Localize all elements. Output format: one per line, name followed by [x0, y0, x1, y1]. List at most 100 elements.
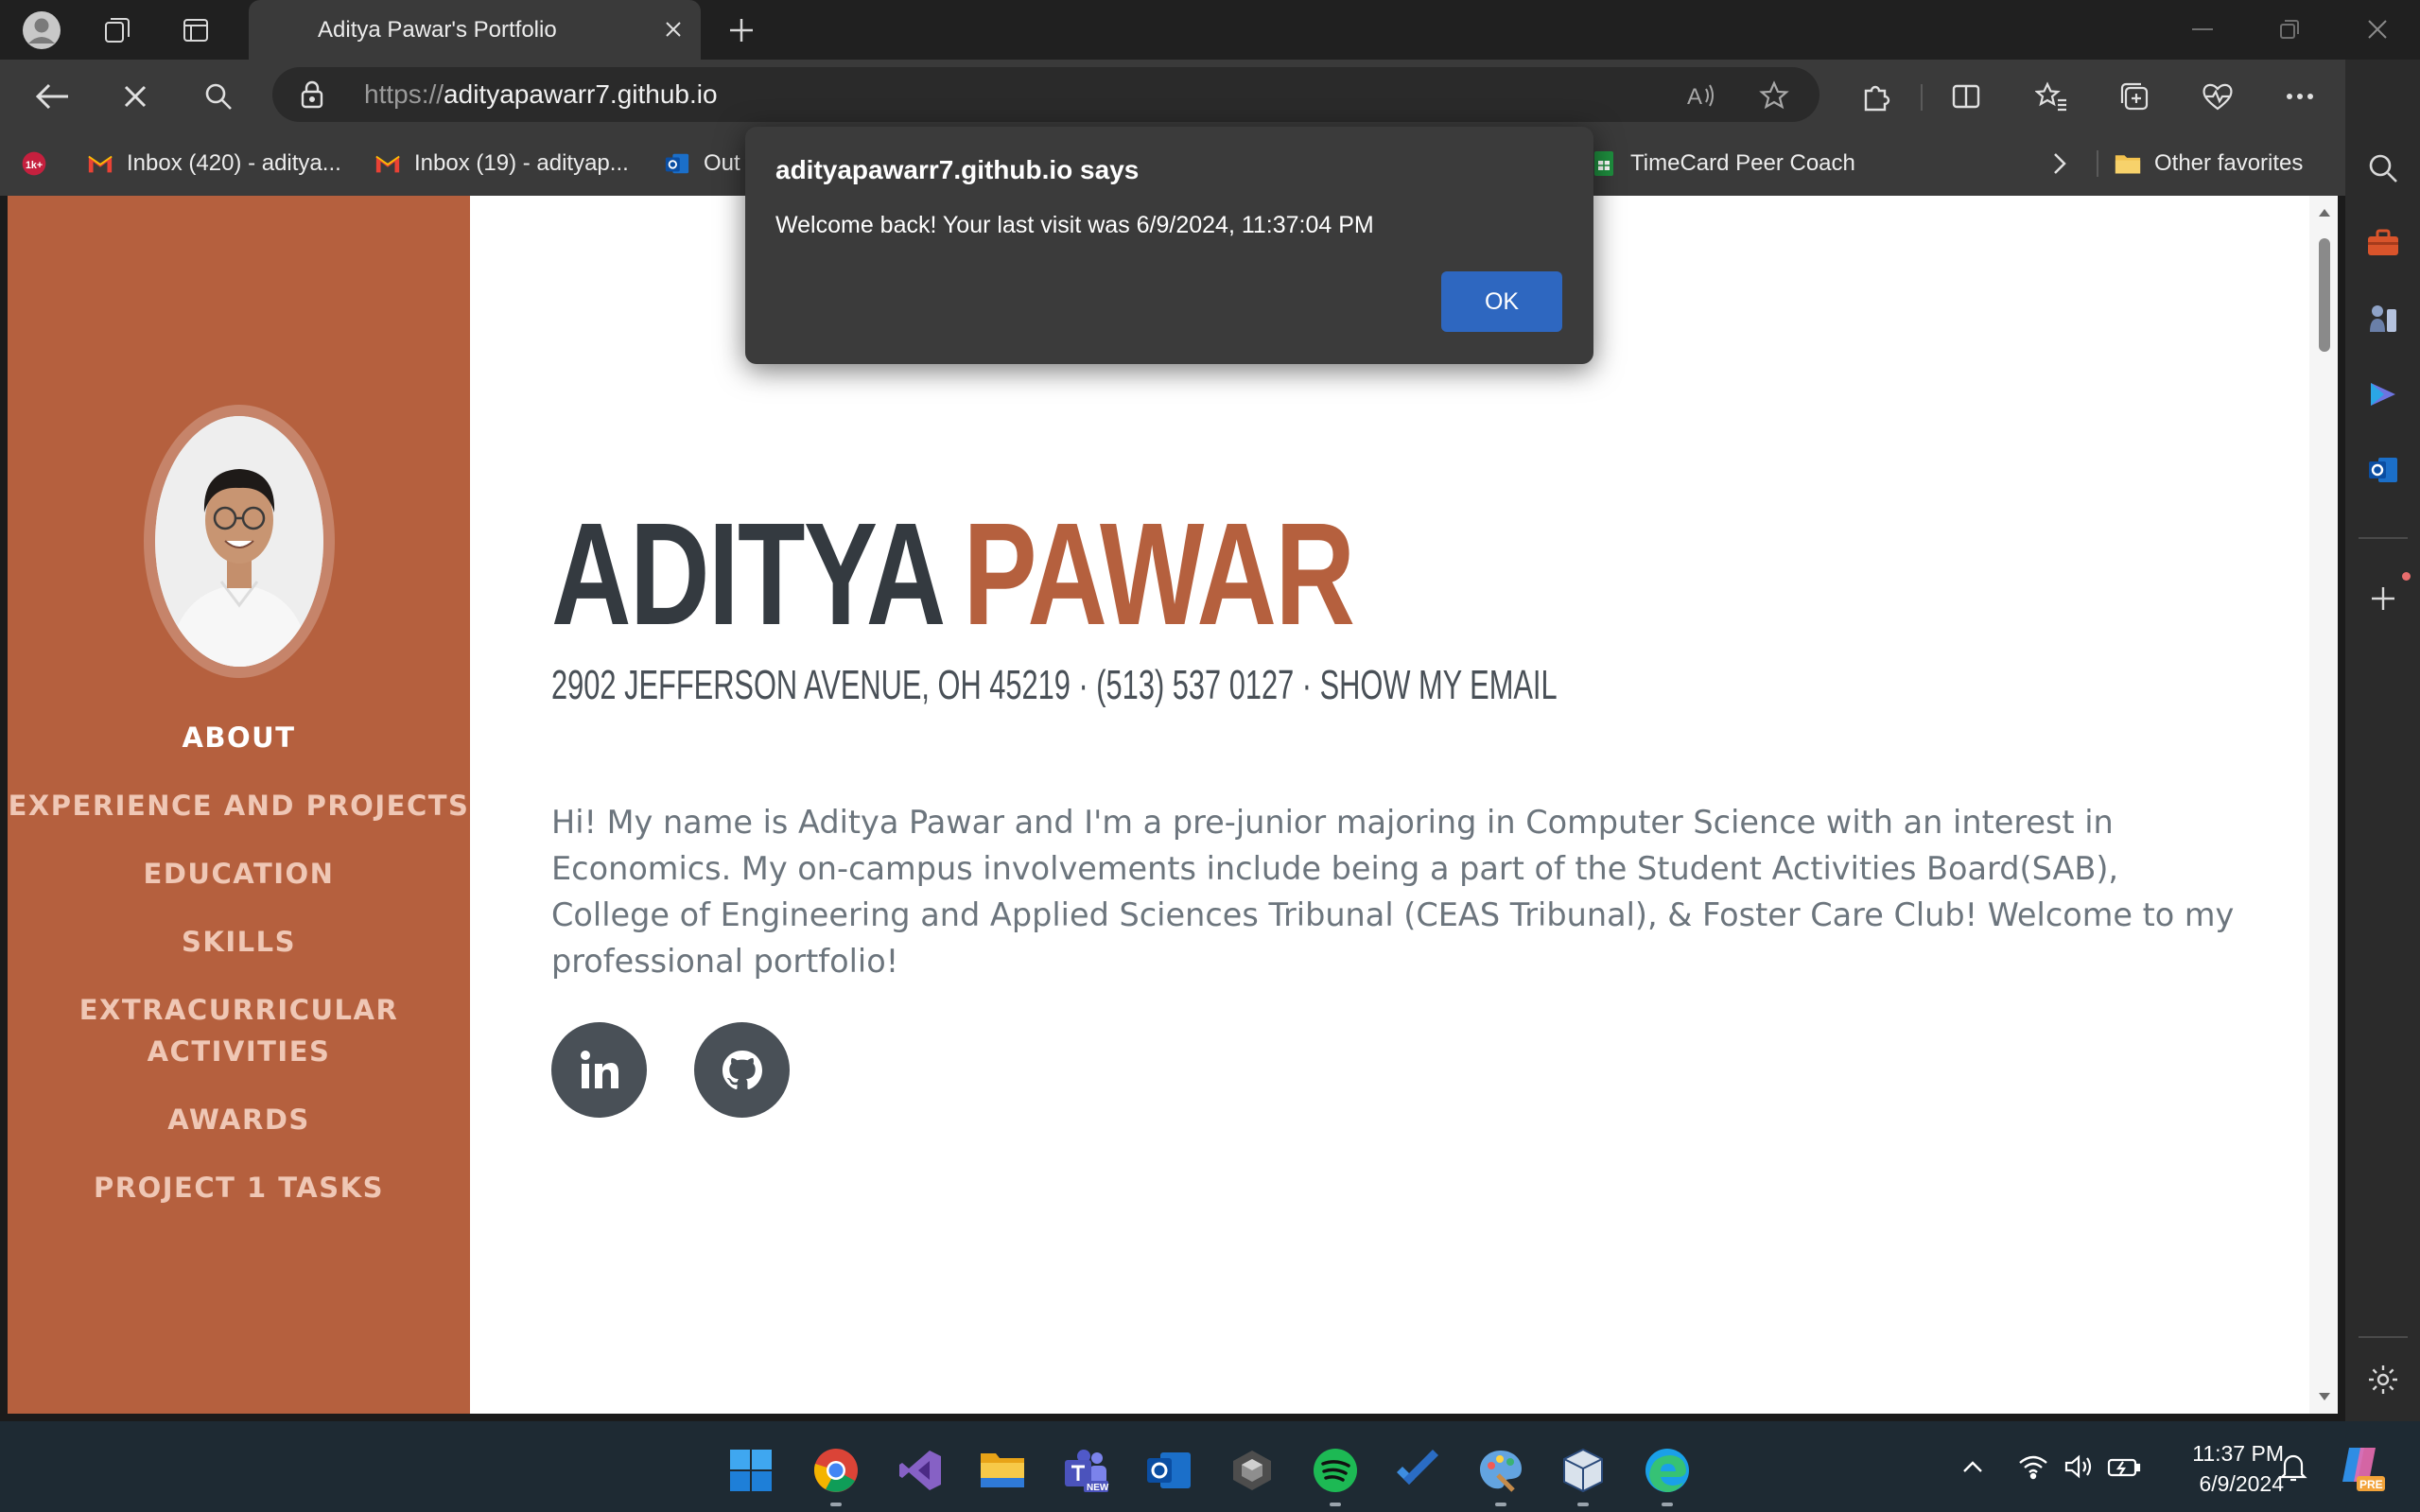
extensions-icon[interactable] — [1852, 73, 1899, 120]
spotify-icon[interactable] — [1309, 1444, 1362, 1497]
running-indicator — [1662, 1503, 1673, 1506]
copilot-pre-badge: PRE — [2359, 1478, 2383, 1491]
stop-loading-button[interactable] — [112, 73, 159, 120]
tab-portfolio[interactable]: Aditya Pawar's Portfolio — [249, 0, 701, 60]
scroll-down-arrow-icon[interactable] — [2317, 1391, 2332, 1402]
notification-dot — [2402, 572, 2411, 581]
bookmark-1k[interactable]: 1k+ — [21, 145, 47, 182]
profile-photo — [155, 416, 323, 667]
copilot-sidebar-icon[interactable] — [2364, 375, 2402, 413]
running-indicator — [1330, 1503, 1341, 1506]
wifi-icon[interactable] — [2014, 1448, 2052, 1486]
profile-icon[interactable] — [21, 9, 62, 51]
sidebar-item-extracurricular-line2[interactable]: ACTIVITIES — [8, 1031, 470, 1072]
ok-button[interactable]: OK — [1441, 271, 1562, 332]
bookmark-outlook[interactable]: Out — [664, 145, 740, 182]
screen: Aditya Pawar's Portfolio https://adityap… — [0, 0, 2420, 1512]
favorite-star-icon[interactable] — [1757, 78, 1791, 113]
collections-icon[interactable] — [2111, 73, 2158, 120]
scroll-up-arrow-icon[interactable] — [2317, 207, 2332, 218]
sidebar-item-skills[interactable]: SKILLS — [8, 921, 470, 963]
bookmark-label: Inbox (420) - aditya... — [127, 150, 341, 176]
sidebar-item-project-tasks[interactable]: PROJECT 1 TASKS — [8, 1167, 470, 1208]
lock-icon[interactable] — [301, 80, 323, 113]
notifications-bell-icon[interactable] — [2274, 1448, 2312, 1486]
toolbar-divider — [1921, 84, 1923, 111]
sidebar-item-education[interactable]: EDUCATION — [8, 853, 470, 895]
teams-icon[interactable]: NEW — [1060, 1444, 1113, 1497]
bookmark-gmail-1[interactable]: Inbox (420) - aditya... — [87, 145, 341, 182]
back-button[interactable] — [28, 73, 76, 120]
favorites-icon[interactable] — [2028, 73, 2075, 120]
system-clock[interactable]: 11:37 PM 6/9/2024 — [2151, 1438, 2284, 1499]
profile-photo-frame — [144, 405, 335, 678]
visual-studio-icon[interactable] — [894, 1444, 947, 1497]
outlook-icon — [664, 150, 690, 177]
teams-new-badge: NEW — [1087, 1483, 1109, 1493]
page-scrollbar[interactable] — [2309, 196, 2338, 1414]
outlook-icon[interactable] — [2364, 451, 2402, 489]
running-indicator — [1577, 1503, 1589, 1506]
volume-icon[interactable] — [2060, 1448, 2098, 1486]
address-bar[interactable]: https://adityapawarr7.github.io A — [272, 67, 1819, 122]
first-name: ADITYA — [551, 493, 946, 655]
scrollbar-thumb[interactable] — [2319, 238, 2330, 352]
virtualbox-icon[interactable] — [1557, 1444, 1610, 1497]
gear-icon[interactable] — [2364, 1361, 2402, 1399]
read-aloud-glyph: A — [1687, 84, 1702, 110]
bookmark-other-favorites[interactable]: Other favorites — [2115, 145, 2303, 182]
tab-actions-icon[interactable] — [175, 9, 217, 51]
split-screen-icon[interactable] — [1942, 73, 1990, 120]
gmail-icon — [87, 150, 113, 177]
folder-icon — [2115, 150, 2141, 177]
sidebar-item-awards[interactable]: AWARDS — [8, 1099, 470, 1140]
edge-icon[interactable] — [1641, 1444, 1694, 1497]
linkedin-button[interactable] — [551, 1022, 647, 1118]
more-menu-icon[interactable] — [2276, 73, 2324, 120]
bookmark-label: TimeCard Peer Coach — [1630, 150, 1855, 176]
games-icon[interactable] — [2364, 300, 2402, 338]
sidebar-item-extracurricular[interactable]: EXTRACURRICULAR — [8, 989, 470, 1031]
battery-icon[interactable] — [2105, 1448, 2143, 1486]
tools-icon[interactable] — [2364, 224, 2402, 262]
alert-message: Welcome back! Your last visit was 6/9/20… — [775, 212, 1374, 238]
bookmark-label: Out — [704, 150, 740, 176]
todo-icon[interactable] — [1391, 1444, 1444, 1497]
github-icon — [722, 1050, 762, 1089]
sidebar-divider — [2359, 1336, 2408, 1338]
app-badge-label: 1k+ — [26, 160, 43, 171]
workspaces-icon[interactable] — [96, 9, 138, 51]
outlook-icon[interactable] — [1142, 1444, 1195, 1497]
search-icon[interactable] — [2364, 149, 2402, 187]
chrome-icon[interactable] — [810, 1444, 862, 1497]
minimize-button[interactable] — [2174, 8, 2231, 51]
paint-icon[interactable] — [1474, 1444, 1527, 1497]
clock-time: 11:37 PM — [2192, 1441, 2284, 1466]
sidebar-divider — [2359, 537, 2408, 539]
bookmark-label: Other favorites — [2154, 150, 2304, 176]
restore-button[interactable] — [2261, 8, 2318, 51]
file-explorer-icon[interactable] — [976, 1444, 1029, 1497]
browser-tab-bar: Aditya Pawar's Portfolio — [0, 0, 2420, 60]
copilot-taskbar-icon[interactable]: PRE — [2336, 1442, 2387, 1493]
unity-icon[interactable] — [1226, 1444, 1279, 1497]
url-text[interactable]: https://adityapawarr7.github.io — [364, 79, 718, 110]
last-name: PAWAR — [963, 493, 1355, 655]
read-aloud-icon[interactable]: A — [1684, 78, 1718, 113]
contact-subheading: 2902 JEFFERSON AVENUE, OH 45219 · (513) … — [551, 662, 1558, 708]
new-tab-button[interactable] — [723, 11, 760, 49]
bookmark-timecard[interactable]: TimeCard Peer Coach — [1591, 145, 1855, 182]
bookmark-gmail-2[interactable]: Inbox (19) - adityap... — [374, 145, 629, 182]
close-window-button[interactable] — [2349, 8, 2406, 51]
github-button[interactable] — [694, 1022, 790, 1118]
close-icon[interactable] — [659, 15, 688, 43]
browser-essentials-icon[interactable] — [2194, 73, 2241, 120]
bookmarks-overflow-chevron-icon[interactable] — [2050, 145, 2069, 182]
main-content: ADITYA PAWAR 2902 JEFFERSON AVENUE, OH 45… — [470, 196, 2338, 1414]
show-hidden-icons-chevron-icon[interactable] — [1954, 1448, 1992, 1486]
add-icon[interactable] — [2364, 580, 2402, 617]
sidebar-item-experience[interactable]: EXPERIENCE AND PROJECTS — [8, 785, 470, 826]
sidebar-item-about[interactable]: ABOUT — [8, 717, 470, 758]
start-icon[interactable] — [724, 1444, 777, 1497]
search-icon[interactable] — [195, 73, 242, 120]
